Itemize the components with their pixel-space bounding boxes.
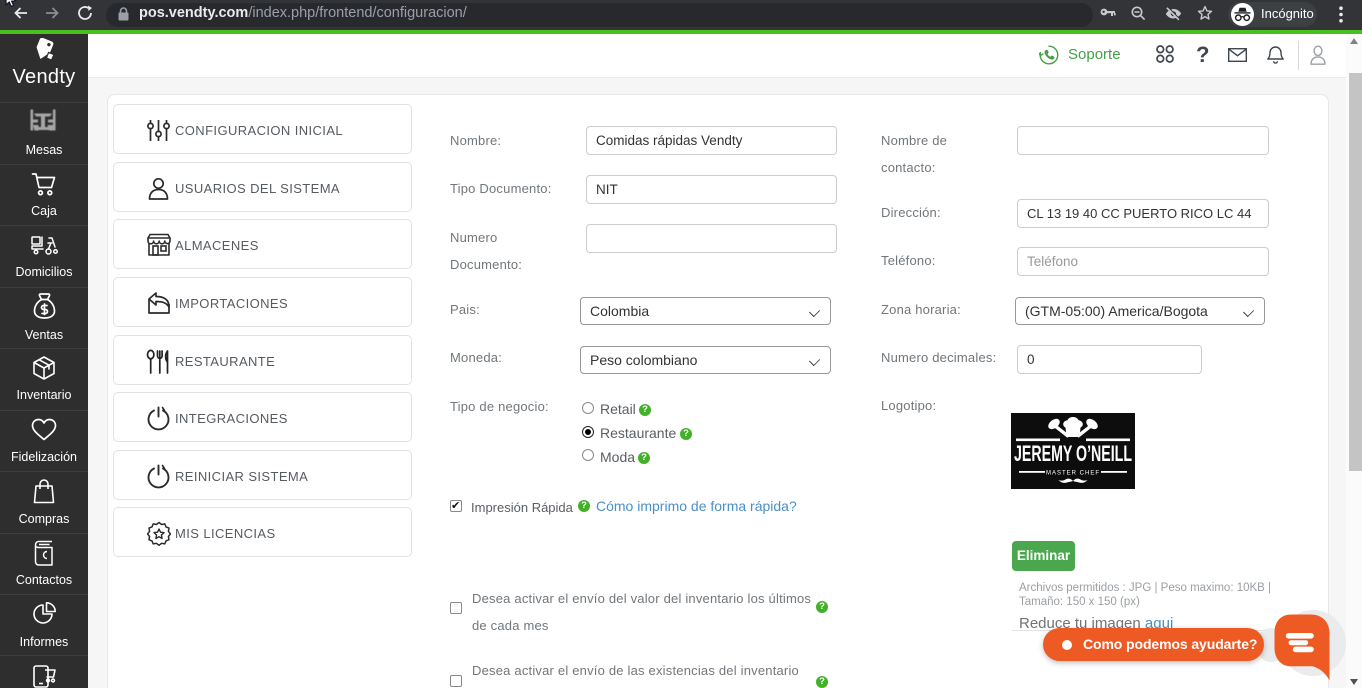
svg-text:MASTER CHEF: MASTER CHEF [1046, 471, 1100, 477]
svg-text:JEREMY O’NEILL: JEREMY O’NEILL [1014, 441, 1132, 466]
